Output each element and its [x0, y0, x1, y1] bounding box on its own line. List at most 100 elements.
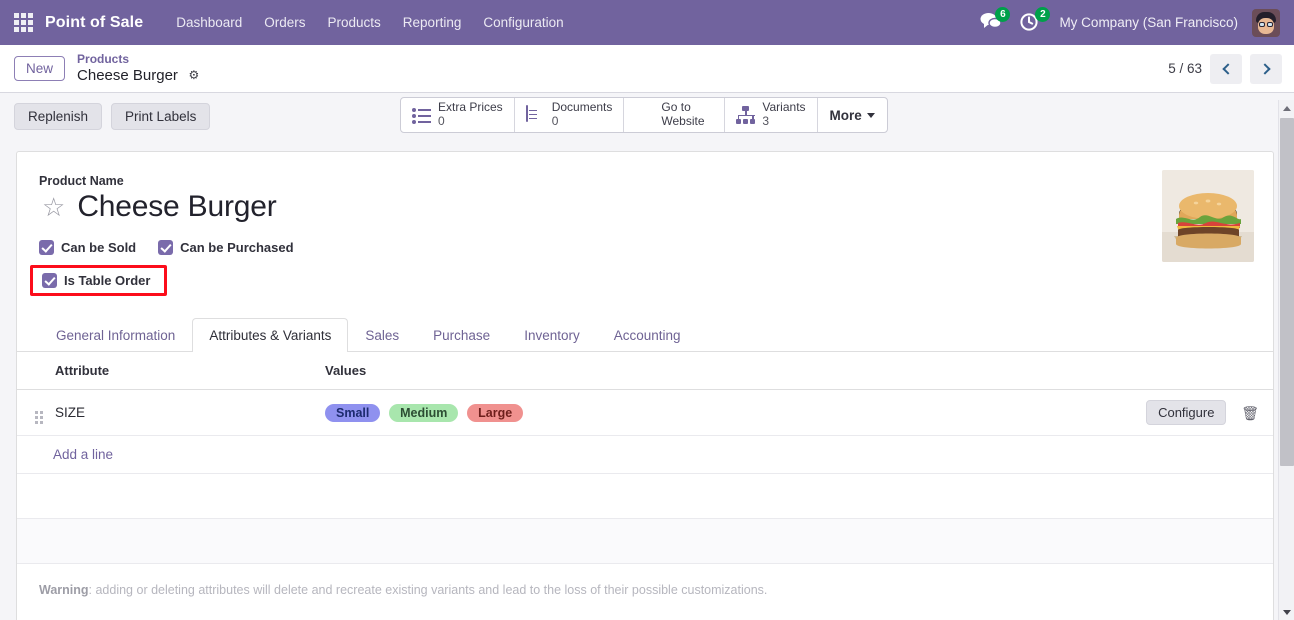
breadcrumb: Products Cheese Burger ⚙ [77, 52, 199, 86]
tab-purchase[interactable]: Purchase [416, 318, 507, 352]
breadcrumb-parent-products[interactable]: Products [77, 52, 199, 67]
smart-button-label: Documents [551, 100, 613, 115]
checkbox-icon[interactable] [42, 273, 57, 288]
document-icon [525, 104, 545, 125]
chevron-down-icon [866, 112, 875, 118]
new-button[interactable]: New [14, 56, 66, 81]
more-smart-buttons-dropdown[interactable]: More [818, 98, 887, 132]
smart-button-value: 0 [551, 114, 559, 128]
more-label: More [829, 107, 862, 123]
attributes-warning-text: Warning: adding or deleting attributes w… [17, 564, 1273, 619]
column-drag [17, 352, 55, 390]
app-brand-title[interactable]: Point of Sale [45, 14, 143, 32]
scroll-up-arrow-icon[interactable] [1279, 100, 1294, 116]
drag-handle-icon[interactable] [35, 410, 43, 424]
smart-button-label: Go to Website [661, 100, 705, 128]
configure-button[interactable]: Configure [1146, 400, 1227, 425]
nav-item-reporting[interactable]: Reporting [392, 9, 473, 36]
smart-button-go-to-website[interactable]: Go to Website [624, 98, 726, 132]
nav-item-products[interactable]: Products [317, 9, 392, 36]
cell-attribute-values[interactable]: Small Medium Large [325, 389, 918, 436]
tab-accounting[interactable]: Accounting [597, 318, 698, 352]
top-navbar: Point of Sale Dashboard Orders Products … [0, 0, 1294, 45]
scroll-down-arrow-icon[interactable] [1279, 604, 1294, 620]
value-tag-medium[interactable]: Medium [389, 403, 459, 422]
activities-badge: 2 [1035, 6, 1051, 22]
form-scroll-area[interactable]: Product Name ☆ Cheese Burger Can be Sold… [0, 139, 1294, 620]
messages-badge: 6 [995, 6, 1011, 22]
product-name-label: Product Name [39, 174, 124, 188]
empty-row [17, 474, 1273, 519]
checkbox-is-table-order[interactable]: Is Table Order [30, 265, 168, 296]
column-actions [917, 352, 1273, 390]
column-header-values: Values [325, 352, 918, 390]
tab-attributes-variants[interactable]: Attributes & Variants [192, 318, 349, 352]
trash-icon[interactable]: 🗑 [1241, 405, 1259, 422]
product-flags-row: Can be Sold Can be Purchased [39, 240, 1251, 255]
warning-prefix: Warning [39, 583, 89, 597]
sheet-body: Product Name ☆ Cheese Burger Can be Sold… [17, 152, 1273, 296]
tab-sales[interactable]: Sales [348, 318, 416, 352]
pager: 5 / 63 [1168, 53, 1282, 84]
vertical-scrollbar[interactable] [1278, 100, 1294, 620]
smart-buttons-group: Extra Prices 0 Documents 0 Go to Website [400, 97, 888, 133]
pager-previous-button[interactable] [1210, 53, 1242, 84]
scroll-thumb[interactable] [1280, 118, 1294, 466]
chevron-left-icon [1221, 62, 1234, 75]
tab-general-information[interactable]: General Information [39, 318, 192, 352]
add-a-line-button[interactable]: Add a line [17, 436, 1273, 474]
smart-button-variants[interactable]: Variants 3 [725, 98, 818, 132]
activities-icon[interactable]: 2 [1019, 6, 1051, 35]
globe-icon [635, 106, 654, 125]
attributes-table: Attribute Values SIZE Small Medium Large… [17, 352, 1273, 436]
nav-item-orders[interactable]: Orders [253, 9, 316, 36]
pager-next-button[interactable] [1250, 53, 1282, 84]
checkbox-icon[interactable] [158, 240, 174, 255]
checkbox-label: Can be Purchased [180, 240, 294, 255]
table-header-row: Attribute Values [17, 352, 1273, 390]
tab-inventory[interactable]: Inventory [507, 318, 597, 352]
table-row[interactable]: SIZE Small Medium Large Configure 🗑 [17, 389, 1273, 436]
value-tag-small[interactable]: Small [325, 403, 381, 422]
star-icon[interactable]: ☆ [42, 194, 65, 220]
control-panel: New Products Cheese Burger ⚙ Extra Price… [0, 45, 1294, 133]
product-image[interactable] [1162, 170, 1254, 262]
smart-button-value: 0 [438, 114, 445, 128]
smart-button-extra-prices[interactable]: Extra Prices 0 [401, 98, 515, 132]
print-labels-button[interactable]: Print Labels [111, 102, 211, 130]
navbar-right-group: 6 2 My Company (San Francisco) [979, 6, 1284, 37]
empty-row [17, 519, 1273, 564]
pager-count: 5 / 63 [1168, 61, 1202, 76]
nav-item-dashboard[interactable]: Dashboard [165, 9, 253, 36]
list-icon [412, 106, 431, 125]
smart-button-value: 3 [762, 114, 770, 128]
chevron-right-icon [1258, 62, 1271, 75]
avatar[interactable] [1252, 8, 1280, 37]
checkbox-can-be-sold[interactable]: Can be Sold [39, 240, 136, 255]
smart-button-documents[interactable]: Documents 0 [515, 98, 625, 132]
messages-icon[interactable]: 6 [979, 6, 1011, 35]
checkbox-label: Can be Sold [61, 240, 137, 255]
checkbox-icon[interactable] [39, 240, 54, 255]
gear-icon[interactable]: ⚙ [189, 68, 200, 83]
company-switcher[interactable]: My Company (San Francisco) [1059, 15, 1238, 30]
smart-button-label: Variants [762, 100, 806, 115]
checkbox-label: Is Table Order [64, 273, 151, 288]
cheese-burger-photo [1162, 170, 1254, 262]
value-tag-large[interactable]: Large [467, 403, 524, 422]
replenish-button[interactable]: Replenish [14, 102, 103, 130]
smart-button-label: Extra Prices [438, 100, 503, 115]
row-drag-handle-cell[interactable] [17, 389, 55, 436]
apps-grid-icon[interactable] [14, 13, 33, 32]
nav-item-configuration[interactable]: Configuration [472, 9, 574, 36]
product-name-row: ☆ Cheese Burger [39, 190, 1251, 224]
cell-attribute-name[interactable]: SIZE [55, 389, 325, 436]
column-header-attribute: Attribute [55, 352, 325, 390]
page-title[interactable]: Cheese Burger [77, 190, 276, 224]
hierarchy-icon [736, 105, 756, 125]
checkbox-can-be-purchased[interactable]: Can be Purchased [158, 240, 294, 255]
warning-body: : adding or deleting attributes will del… [88, 583, 768, 597]
product-form-sheet: Product Name ☆ Cheese Burger Can be Sold… [16, 151, 1274, 620]
breadcrumb-current-record: Cheese Burger [77, 66, 178, 84]
form-notebook-tabs: General Information Attributes & Variant… [17, 318, 1273, 352]
